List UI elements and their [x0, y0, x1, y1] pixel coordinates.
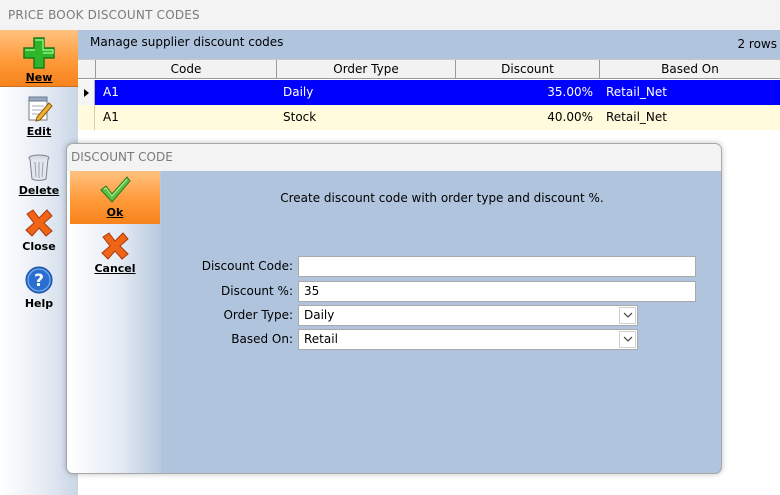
cell-based-on: Retail_Net: [606, 110, 667, 124]
cancel-x-icon: [101, 232, 129, 260]
cancel-label: Cancel: [94, 262, 136, 275]
discount-code-input[interactable]: [298, 256, 696, 277]
plus-icon: [23, 37, 55, 69]
cell-order-type: Daily: [283, 85, 314, 99]
table-row[interactable]: A1 Stock 40.00% Retail_Net: [78, 105, 780, 130]
chevron-down-icon: [623, 336, 633, 342]
grid-caption-bar: Manage supplier discount codes 2 rows: [78, 30, 780, 59]
col-header-code[interactable]: Code: [95, 60, 276, 79]
col-header-based-on[interactable]: Based On: [599, 60, 780, 79]
row-selector-header: [78, 60, 95, 79]
based-on-value: Retail: [304, 332, 338, 346]
row-selector[interactable]: [78, 105, 95, 130]
col-header-discount[interactable]: Discount: [455, 60, 599, 79]
chevron-down-icon: [623, 312, 633, 318]
trash-can-icon: [28, 154, 50, 181]
current-row-arrow-icon: [84, 89, 89, 97]
col-header-order-type[interactable]: Order Type: [276, 60, 455, 79]
based-on-dropdown-button[interactable]: [619, 331, 636, 348]
cell-based-on: Retail_Net: [606, 85, 667, 99]
order-type-select[interactable]: Daily: [298, 305, 638, 326]
discount-pct-label: Discount %:: [221, 284, 293, 298]
delete-label: Delete: [18, 184, 60, 197]
cell-discount: 35.00%: [547, 85, 593, 99]
dialog-toolbar: Ok Cancel: [67, 171, 161, 473]
discount-code-dialog: DISCOUNT CODE Ok Cancel Create discount …: [66, 143, 722, 474]
cell-code: A1: [103, 110, 119, 124]
based-on-label: Based On:: [231, 332, 293, 346]
ok-button[interactable]: Ok: [70, 171, 160, 224]
order-type-dropdown-button[interactable]: [619, 307, 636, 324]
checkmark-icon: [100, 176, 131, 203]
dialog-message: Create discount code with order type and…: [280, 191, 604, 205]
cell-discount: 40.00%: [547, 110, 593, 124]
close-x-icon: [25, 209, 53, 237]
based-on-select[interactable]: Retail: [298, 329, 638, 350]
table-row[interactable]: A1 Daily 35.00% Retail_Net: [78, 80, 780, 105]
new-button[interactable]: New: [0, 30, 78, 87]
discount-code-label: Discount Code:: [201, 259, 293, 273]
edit-button[interactable]: Edit: [0, 95, 78, 138]
svg-text:?: ?: [34, 271, 44, 291]
grid-caption: Manage supplier discount codes: [90, 35, 284, 49]
order-type-label: Order Type:: [223, 308, 293, 322]
notepad-pencil-icon: [28, 96, 53, 122]
row-selector[interactable]: [78, 80, 95, 105]
help-question-icon: ?: [25, 266, 53, 294]
ok-label: Ok: [106, 206, 124, 219]
order-type-value: Daily: [304, 308, 335, 322]
row-count: 2 rows: [737, 37, 777, 51]
discount-pct-input[interactable]: 35: [298, 281, 696, 302]
grid-header: Code Order Type Discount Based On: [78, 59, 780, 79]
cell-order-type: Stock: [283, 110, 317, 124]
new-label: New: [25, 71, 53, 84]
window-title: PRICE BOOK DISCOUNT CODES: [0, 0, 780, 30]
cell-code: A1: [103, 85, 119, 99]
cancel-button[interactable]: Cancel: [70, 229, 160, 279]
dialog-title: DISCOUNT CODE: [67, 144, 721, 171]
edit-label: Edit: [26, 125, 52, 138]
